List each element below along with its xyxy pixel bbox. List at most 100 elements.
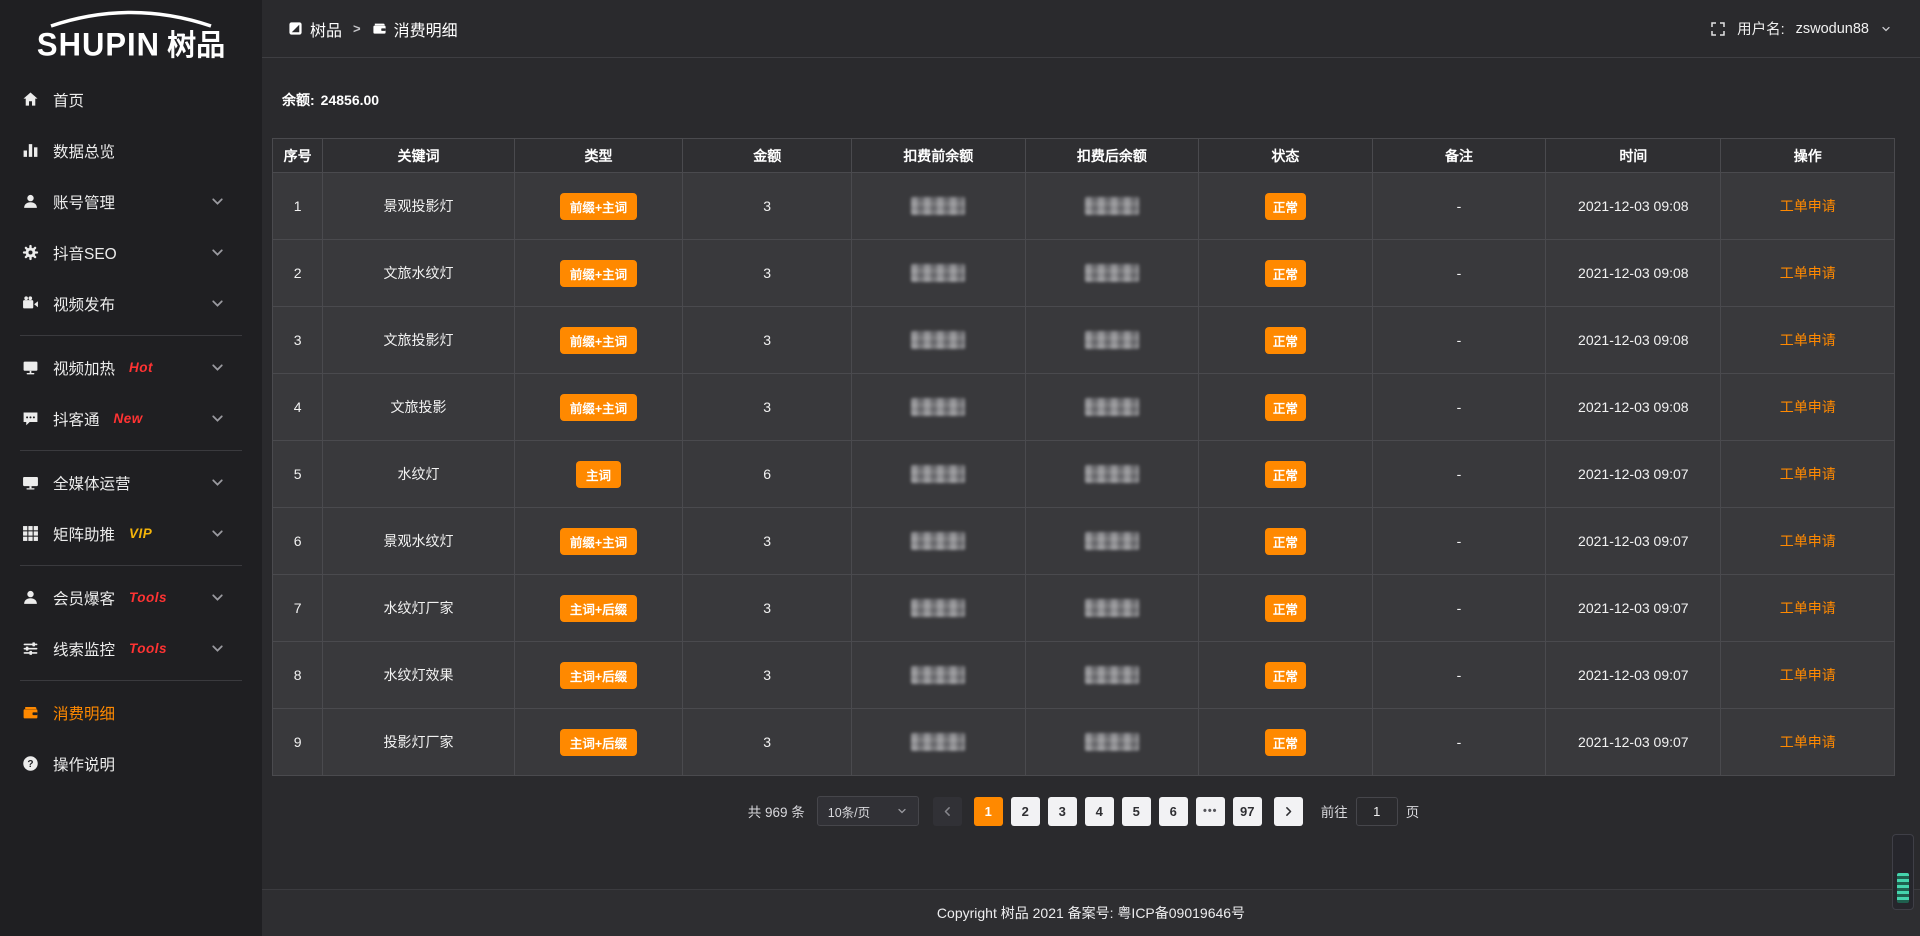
page-button-2[interactable]: 2	[1011, 797, 1040, 826]
page-button-97[interactable]: 97	[1233, 797, 1262, 826]
chevron-down-icon[interactable]	[209, 359, 226, 376]
table-row: 7水纹灯厂家主词+后缀3正常-2021-12-03 09:07工单申请	[273, 575, 1895, 642]
sidebar-item-视频发布[interactable]: 视频发布	[0, 278, 262, 329]
pagination: 共 969 条10条/页123456•••97前往页	[272, 796, 1895, 826]
sliders-icon	[22, 640, 39, 657]
svg-text:?: ?	[27, 759, 33, 770]
ticket-request-link[interactable]: 工单申请	[1780, 533, 1836, 549]
status-badge: 正常	[1265, 662, 1306, 689]
page-button-3[interactable]: 3	[1048, 797, 1077, 826]
ticket-request-link[interactable]: 工单申请	[1780, 399, 1836, 415]
masked-value	[911, 264, 965, 282]
more-pages-button[interactable]: •••	[1196, 797, 1225, 826]
amount-cell: 3	[683, 307, 852, 374]
breadcrumb-item-树品[interactable]: 树品	[288, 17, 342, 41]
sidebar-item-操作说明[interactable]: ?操作说明	[0, 738, 262, 789]
masked-value	[911, 465, 965, 483]
ticket-request-link[interactable]: 工单申请	[1780, 600, 1836, 616]
chevron-down-icon[interactable]	[209, 589, 226, 606]
time-cell: 2021-12-03 09:08	[1546, 173, 1721, 240]
type-badge: 主词+后缀	[560, 595, 637, 622]
wallet-icon	[22, 704, 39, 721]
seq-cell: 6	[273, 508, 323, 575]
remark-cell: -	[1372, 575, 1546, 642]
page-size-value: 10条/页	[828, 802, 870, 821]
chevron-down-icon[interactable]	[209, 525, 226, 542]
table-row: 1景观投影灯前缀+主词3正常-2021-12-03 09:08工单申请	[273, 173, 1895, 240]
ticket-request-link[interactable]: 工单申请	[1780, 198, 1836, 214]
masked-value	[911, 532, 965, 550]
balance-label: 余额:	[282, 92, 315, 108]
chevron-down-icon[interactable]	[209, 410, 226, 427]
ticket-request-link[interactable]: 工单申请	[1780, 667, 1836, 683]
balance-before-cell	[852, 374, 1026, 441]
sidebar-item-label: 消费明细	[53, 702, 115, 724]
type-cell: 前缀+主词	[514, 240, 683, 307]
sidebar-item-badge: Tools	[129, 641, 167, 656]
table-row: 4文旅投影前缀+主词3正常-2021-12-03 09:08工单申请	[273, 374, 1895, 441]
masked-value	[911, 733, 965, 751]
sidebar-item-视频加热[interactable]: 视频加热Hot	[0, 342, 262, 393]
chevron-down-icon[interactable]	[209, 474, 226, 491]
sidebar-item-数据总览[interactable]: 数据总览	[0, 125, 262, 176]
chevron-down-icon[interactable]	[209, 295, 226, 312]
chevron-down-icon[interactable]	[209, 640, 226, 657]
page-button-5[interactable]: 5	[1122, 797, 1151, 826]
sidebar-divider	[20, 450, 242, 451]
ticket-request-link[interactable]: 工单申请	[1780, 265, 1836, 281]
time-cell: 2021-12-03 09:07	[1546, 642, 1721, 709]
floating-widget[interactable]	[1892, 834, 1914, 910]
remark-cell: -	[1372, 374, 1546, 441]
ticket-request-link[interactable]: 工单申请	[1780, 466, 1836, 482]
next-page-button[interactable]	[1274, 797, 1303, 826]
page-button-4[interactable]: 4	[1085, 797, 1114, 826]
sidebar-item-会员爆客[interactable]: 会员爆客Tools	[0, 572, 262, 623]
balance-before-cell	[852, 709, 1026, 776]
chevron-down-icon[interactable]	[1880, 23, 1892, 35]
keyword-cell: 水纹灯厂家	[323, 575, 514, 642]
status-badge: 正常	[1265, 595, 1306, 622]
sidebar-item-抖音SEO[interactable]: 抖音SEO	[0, 227, 262, 278]
breadcrumb: 树品>消费明细	[288, 17, 458, 41]
sidebar-item-badge: Tools	[129, 590, 167, 605]
balance-after-cell	[1025, 374, 1199, 441]
sidebar-item-全媒体运营[interactable]: 全媒体运营	[0, 457, 262, 508]
amount-cell: 3	[683, 374, 852, 441]
sidebar-divider	[20, 335, 242, 336]
sidebar-item-首页[interactable]: 首页	[0, 74, 262, 125]
sidebar-item-label: 线索监控	[53, 638, 115, 660]
page-button-6[interactable]: 6	[1159, 797, 1188, 826]
sidebar-item-线索监控[interactable]: 线索监控 Tools	[0, 623, 262, 674]
sidebar-item-矩阵助推[interactable]: 矩阵助推VIP	[0, 508, 262, 559]
ticket-request-link[interactable]: 工单申请	[1780, 734, 1836, 750]
page-size-select[interactable]: 10条/页	[817, 796, 919, 826]
username-value[interactable]: zswodun88	[1796, 21, 1869, 37]
seq-cell: 7	[273, 575, 323, 642]
fullscreen-icon[interactable]	[1710, 21, 1726, 37]
sidebar-item-账号管理[interactable]: 账号管理	[0, 176, 262, 227]
status-cell: 正常	[1199, 441, 1373, 508]
breadcrumb-item-消费明细[interactable]: 消费明细	[372, 17, 458, 41]
topbar: 树品>消费明细 用户名: zswodun88	[262, 0, 1920, 58]
masked-value	[1085, 599, 1139, 617]
goto-page-input[interactable]	[1356, 797, 1398, 826]
chevron-down-icon[interactable]	[209, 193, 226, 210]
status-badge: 正常	[1265, 528, 1306, 555]
prev-page-button[interactable]	[933, 797, 962, 826]
sidebar-item-抖客通[interactable]: 抖客通New	[0, 393, 262, 444]
chevron-down-icon[interactable]	[209, 244, 226, 261]
amount-cell: 3	[683, 240, 852, 307]
action-cell: 工单申请	[1721, 709, 1895, 776]
balance-after-cell	[1025, 508, 1199, 575]
breadcrumb-label: 树品	[310, 17, 342, 41]
user-area: 用户名: zswodun88	[1710, 18, 1892, 39]
ticket-request-link[interactable]: 工单申请	[1780, 332, 1836, 348]
type-badge: 主词	[576, 461, 621, 488]
column-header-时间: 时间	[1546, 139, 1721, 173]
total-count: 共 969 条	[748, 801, 805, 821]
balance-after-cell	[1025, 642, 1199, 709]
type-cell: 主词+后缀	[514, 642, 683, 709]
sidebar-item-消费明细[interactable]: 消费明细	[0, 687, 262, 738]
page-button-1[interactable]: 1	[974, 797, 1003, 826]
type-cell: 主词+后缀	[514, 575, 683, 642]
